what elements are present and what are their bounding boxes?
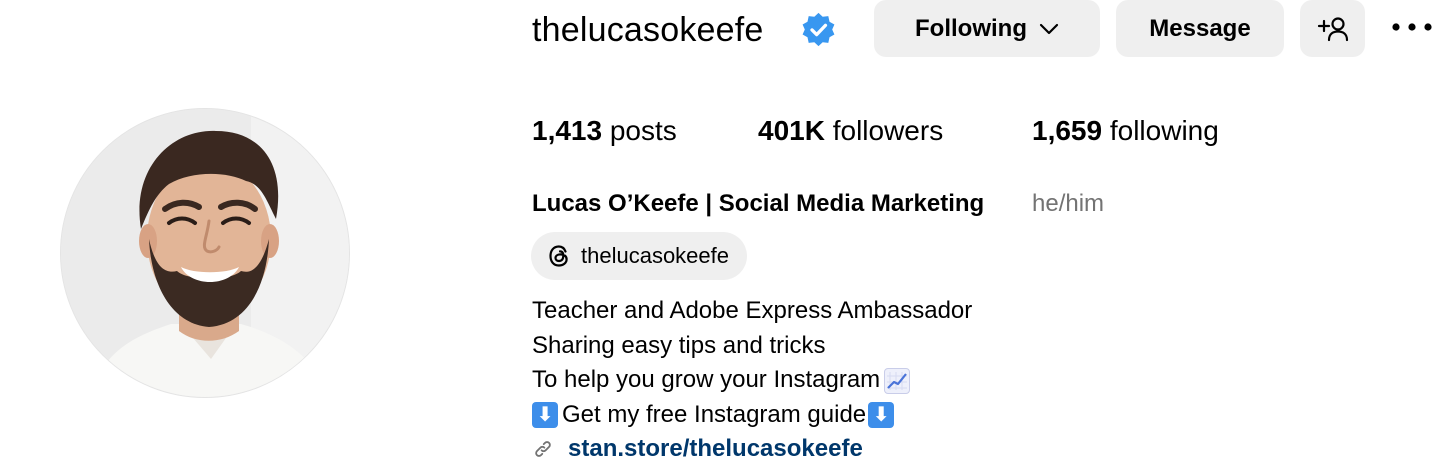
bio-line-text: Teacher and Adobe Express Ambassador — [532, 297, 973, 324]
followers-count: 401K — [758, 115, 825, 146]
profile-external-link[interactable]: stan.store/thelucasokeefe — [568, 432, 863, 466]
bio-line: ⬇ Get my free Instagram guide ⬇ — [532, 398, 972, 433]
profile-full-name: Lucas O’Keefe | Social Media Marketing — [532, 190, 985, 217]
bio-line-text: Sharing easy tips and tricks — [532, 331, 826, 359]
bio-line: Teacher and Adobe Express Ambassador — [532, 294, 972, 329]
message-button-label: Message — [1149, 14, 1251, 42]
following-button[interactable]: Following — [874, 0, 1100, 57]
profile-link-row[interactable]: stan.store/thelucasokeefe — [532, 432, 863, 466]
followers-stat[interactable]: 401K followers — [758, 112, 943, 150]
down-arrow-emoji: ⬇ — [532, 402, 558, 429]
posts-label: posts — [602, 115, 677, 146]
avatar-photo — [61, 109, 349, 397]
down-arrow-emoji: ⬇ — [868, 402, 895, 429]
suggested-accounts-button[interactable] — [1300, 0, 1365, 57]
following-button-label: Following — [915, 14, 1027, 42]
profile-username: thelucasokeefe — [532, 11, 764, 49]
link-icon — [535, 441, 551, 457]
verified-badge-icon — [802, 12, 835, 47]
profile-bio: Teacher and Adobe Express Ambassador Sha… — [532, 294, 972, 433]
bio-line-text: Get my free Instagram guide — [562, 401, 867, 429]
posts-count: 1,413 — [532, 115, 603, 146]
following-stat[interactable]: 1,659 following — [1032, 112, 1219, 150]
bio-line: Sharing easy tips and tricks — [532, 329, 972, 364]
threads-profile-link[interactable]: thelucasokeefe — [531, 232, 747, 280]
more-options-icon[interactable] — [1390, 19, 1434, 35]
threads-logo-icon — [549, 245, 568, 267]
bio-line-text: To help you grow your Instagram — [532, 366, 881, 394]
message-button[interactable]: Message — [1116, 0, 1284, 57]
chart-increasing-emoji — [884, 367, 911, 394]
profile-pronouns: he/him — [1032, 190, 1105, 217]
profile-avatar[interactable] — [60, 108, 350, 398]
following-count: 1,659 — [1032, 115, 1103, 146]
add-person-icon — [1317, 16, 1348, 41]
followers-label: followers — [824, 115, 944, 146]
posts-stat: 1,413 posts — [532, 112, 677, 150]
following-label: following — [1102, 115, 1219, 146]
bio-line: To help you grow your Instagram — [532, 363, 972, 398]
threads-handle: thelucasokeefe — [581, 243, 729, 268]
chevron-down-icon — [1039, 23, 1059, 34]
